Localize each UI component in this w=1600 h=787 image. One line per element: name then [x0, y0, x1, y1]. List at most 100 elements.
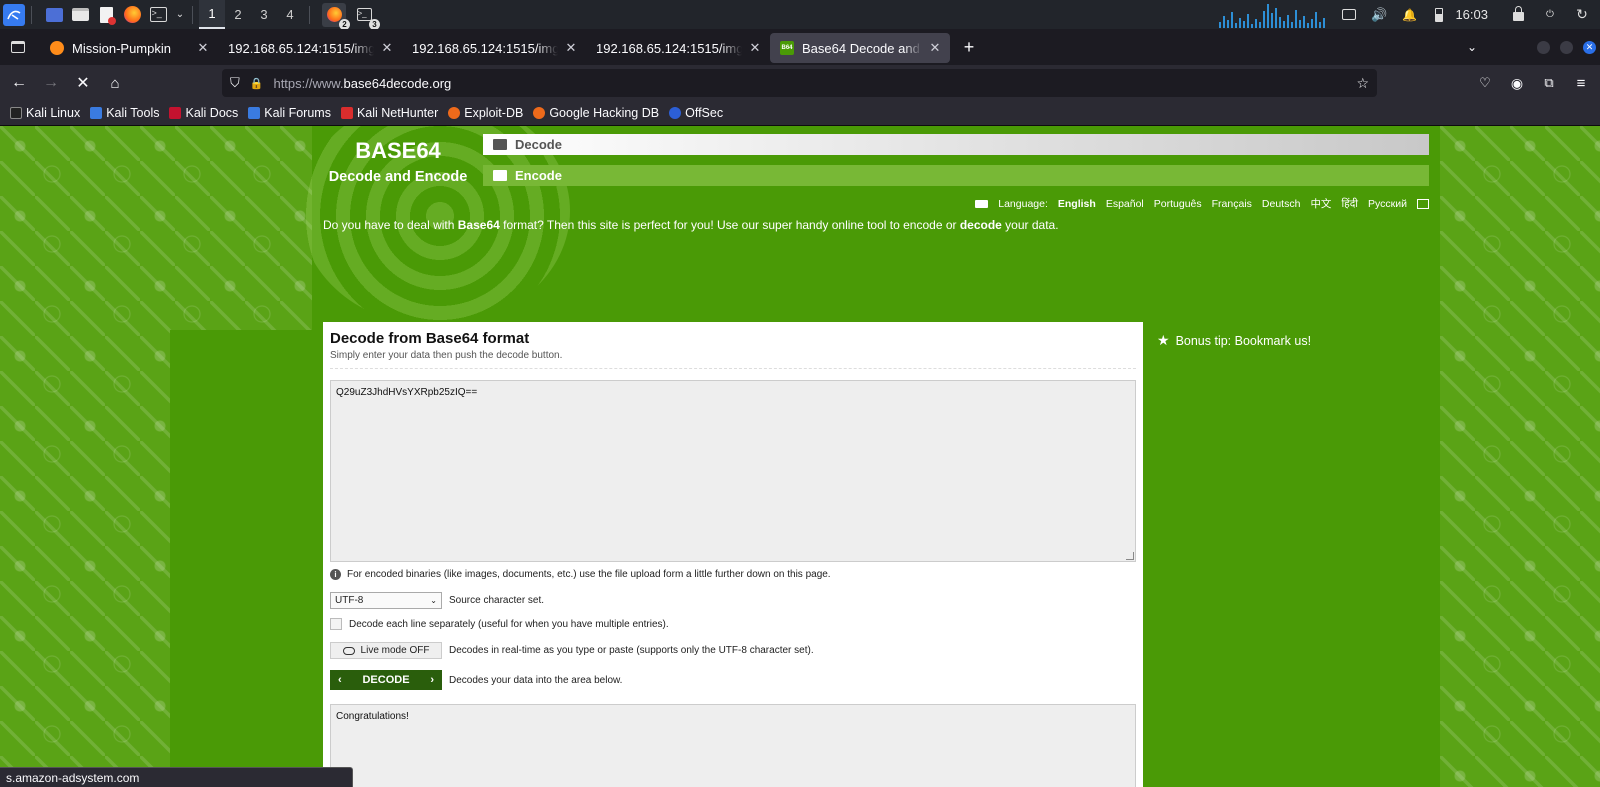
firefox-view-icon[interactable] — [2, 32, 34, 62]
restart-icon[interactable]: ↻ — [1572, 5, 1592, 25]
base64-input-textarea[interactable]: Q29uZ3JhdHVsYXRpb25zIQ== — [330, 380, 1136, 562]
chevron-left-icon: ‹ — [338, 674, 342, 686]
bookmark-kali-docs[interactable]: Kali Docs — [169, 106, 238, 120]
logout-icon[interactable]: ⏻ — [1540, 5, 1560, 25]
minimize-window-button[interactable] — [1537, 40, 1550, 54]
firefox-window-count: 2 — [339, 18, 350, 30]
close-tab-icon[interactable]: ✕ — [564, 40, 578, 56]
workspace-1[interactable]: 1 — [199, 0, 225, 29]
bookmark-kali-tools[interactable]: Kali Tools — [90, 106, 159, 120]
list-all-tabs-icon[interactable]: ⌄ — [1457, 32, 1487, 62]
bookmark-kali-nethunter[interactable]: Kali NetHunter — [340, 106, 438, 120]
menu-decode[interactable]: Decode — [483, 134, 1429, 155]
decode-row: ‹ DECODE › Decodes your data into the ar… — [330, 670, 622, 690]
panel-divider — [330, 368, 1136, 369]
app-menu-icon[interactable]: ≡ — [1566, 68, 1596, 98]
charset-select[interactable]: UTF-8 ⌄ — [330, 592, 442, 609]
lang-russian[interactable]: Русский — [1368, 198, 1407, 210]
close-window-button[interactable]: ✕ — [1583, 40, 1596, 54]
close-tab-icon[interactable]: ✕ — [380, 40, 394, 56]
folder-open-icon — [493, 139, 507, 150]
url-text[interactable]: https://www.base64decode.org — [273, 76, 451, 91]
lang-francais[interactable]: Français — [1212, 198, 1252, 210]
tab-hidden-img-3[interactable]: 192.168.65.124:1515/img/hidden ✕ — [586, 33, 770, 63]
menu-encode[interactable]: Encode — [483, 165, 1429, 186]
lang-espanol[interactable]: Español — [1106, 198, 1144, 210]
lang-chinese[interactable]: 中文 — [1310, 196, 1331, 211]
url-bar[interactable]: ⛉ 🔒 https://www.base64decode.org ☆ — [222, 69, 1377, 97]
terminal-launcher-icon[interactable]: >_ — [148, 5, 168, 25]
bonus-tip[interactable]: ★ Bonus tip: Bookmark us! — [1157, 332, 1311, 349]
bookmark-kali-forums[interactable]: Kali Forums — [248, 106, 331, 120]
tab-base64-decode[interactable]: B64 Base64 Decode and Encode ✕ — [770, 33, 950, 63]
bookmark-google-hacking-db[interactable]: Google Hacking DB — [533, 106, 659, 120]
each-line-row: Decode each line separately (useful for … — [330, 618, 669, 630]
extensions-icon[interactable]: ⧉ — [1534, 68, 1564, 98]
lang-more-icon[interactable] — [1417, 198, 1429, 209]
kali-menu-icon[interactable] — [3, 3, 25, 26]
cpu-graph-icon — [1219, 3, 1326, 28]
site-logo-title[interactable]: BASE64 — [325, 138, 471, 164]
textarea-resize-handle[interactable] — [1126, 552, 1134, 560]
decode-button[interactable]: ‹ DECODE › — [330, 670, 442, 690]
site-logo-subtitle[interactable]: Decode and Encode — [320, 169, 476, 185]
battery-icon[interactable] — [1429, 5, 1449, 25]
lock-screen-icon[interactable] — [1508, 5, 1528, 25]
close-tab-icon[interactable]: ✕ — [196, 40, 210, 56]
workspace-4[interactable]: 4 — [277, 0, 303, 29]
tab-title: 192.168.65.124:1515/img/hidden — [596, 40, 742, 56]
decode-each-line-checkbox[interactable] — [330, 618, 342, 630]
bonus-tip-text: Bonus tip: Bookmark us! — [1175, 333, 1312, 348]
right-background-pattern — [1440, 126, 1600, 787]
tracking-protection-shield-icon[interactable]: ⛉ — [230, 75, 240, 91]
bookmark-star-icon[interactable]: ☆ — [1356, 75, 1369, 92]
close-tab-icon[interactable]: ✕ — [748, 40, 762, 56]
clock[interactable]: 16:03 — [1455, 7, 1488, 22]
notifications-bell-icon[interactable]: 🔔 — [1399, 5, 1419, 25]
stop-loading-button[interactable]: ✕ — [68, 68, 98, 98]
lang-english[interactable]: English — [1058, 198, 1096, 210]
kali-forums-icon — [248, 107, 261, 119]
tab-title: 192.168.65.124:1515/img/hidden — [228, 40, 374, 56]
offsec-icon — [669, 107, 682, 119]
pocket-icon[interactable]: ♡ — [1470, 68, 1500, 98]
tab-hidden-img-1[interactable]: 192.168.65.124:1515/img/hidden ✕ — [218, 33, 402, 63]
web-page: BASE64 Decode and Encode Decode Encode L… — [0, 126, 1600, 787]
nethunter-icon — [340, 107, 353, 119]
each-line-label: Decode each line separately (useful for … — [349, 618, 669, 630]
bookmark-kali-linux[interactable]: Kali Linux — [10, 106, 80, 120]
home-button[interactable]: ⌂ — [100, 68, 130, 98]
close-tab-icon[interactable]: ✕ — [928, 40, 942, 56]
back-button[interactable]: ← — [4, 68, 34, 98]
display-icon[interactable] — [1339, 5, 1359, 25]
workspace-2[interactable]: 2 — [225, 0, 251, 29]
firefox-launcher-icon[interactable] — [122, 5, 142, 25]
tab-hidden-img-2[interactable]: 192.168.65.124:1515/img/hidden ✕ — [402, 33, 586, 63]
chevron-down-icon[interactable]: ⌄ — [174, 5, 186, 25]
volume-icon[interactable]: 🔊 — [1369, 5, 1389, 25]
forward-button[interactable]: → — [36, 68, 66, 98]
live-mode-toggle[interactable]: Live mode OFF — [330, 642, 442, 659]
text-editor-icon[interactable] — [96, 5, 116, 25]
terminal-window-group-icon[interactable]: >_ 3 — [352, 3, 380, 30]
account-icon[interactable]: ◉ — [1502, 68, 1532, 98]
lang-portugues[interactable]: Português — [1154, 198, 1202, 210]
lang-hindi[interactable]: हिंदी — [1341, 197, 1358, 211]
star-icon: ★ — [1157, 332, 1170, 348]
workspace-3[interactable]: 3 — [251, 0, 277, 29]
charset-row: UTF-8 ⌄ Source character set. — [330, 592, 544, 609]
show-desktop-icon[interactable] — [44, 5, 64, 25]
bookmark-offsec[interactable]: OffSec — [669, 106, 723, 120]
padlock-icon[interactable]: 🔒 — [250, 77, 264, 90]
bookmark-exploit-db[interactable]: Exploit-DB — [448, 106, 523, 120]
new-tab-button[interactable]: + — [954, 32, 984, 62]
firefox-window-group-icon[interactable]: 2 — [322, 2, 350, 30]
decoded-output-textarea[interactable]: Congratulations! — [330, 704, 1136, 787]
kali-docs-icon — [169, 107, 182, 119]
tab-mission-pumpkin[interactable]: Mission-Pumpkin ✕ — [40, 33, 218, 63]
maximize-window-button[interactable] — [1560, 40, 1573, 54]
lang-deutsch[interactable]: Deutsch — [1262, 198, 1301, 210]
browser-nav-bar: ← → ✕ ⌂ ⛉ 🔒 https://www.base64decode.org… — [0, 65, 1600, 101]
file-manager-icon[interactable] — [70, 5, 90, 25]
browser-tab-strip: Mission-Pumpkin ✕ 192.168.65.124:1515/im… — [0, 29, 1600, 65]
